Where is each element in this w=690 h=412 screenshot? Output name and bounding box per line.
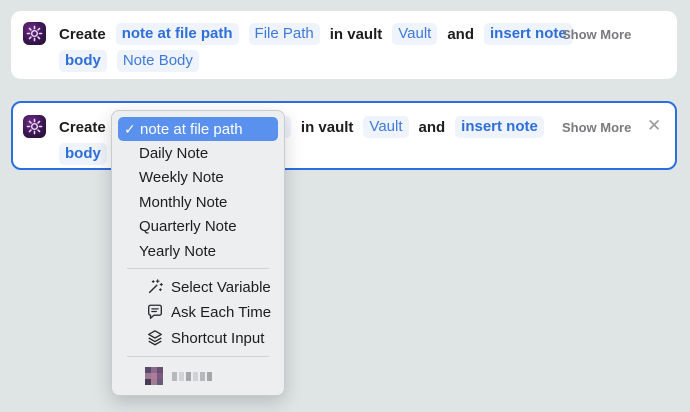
magic-wand-icon — [145, 277, 165, 297]
shortcut-layers-icon — [145, 328, 165, 348]
action-summary-line-1: Create note at file path File Path in va… — [59, 23, 583, 45]
gear-icon — [26, 118, 43, 135]
menu-item-note-at-file-path[interactable]: ✓ note at file path — [118, 117, 278, 141]
file-path-parameter[interactable]: File Path — [248, 23, 320, 45]
note-type-parameter[interactable]: note at file path — [115, 23, 239, 45]
checkmark-icon: ✓ — [124, 120, 136, 137]
and-label: and — [447, 25, 475, 43]
menu-item-label: Yearly Note — [139, 242, 216, 260]
action-summary-line-2: body — [59, 143, 117, 165]
verb-label: Create — [59, 25, 106, 43]
menu-item-weekly-note[interactable]: Weekly Note — [118, 165, 278, 189]
speech-bubble-icon — [145, 302, 165, 322]
menu-item-label: note at file path — [140, 120, 243, 138]
menu-item-monthly-note[interactable]: Monthly Note — [118, 190, 278, 214]
gear-icon — [26, 25, 43, 42]
obsidian-app-icon — [23, 115, 46, 138]
menu-item-label: Select Variable — [171, 278, 271, 296]
menu-divider — [127, 268, 269, 269]
menu-item-label: Shortcut Input — [171, 329, 265, 347]
in-vault-label: in vault — [329, 25, 383, 43]
menu-item-yearly-note[interactable]: Yearly Note — [118, 239, 278, 263]
menu-item-label: Quarterly Note — [139, 217, 237, 235]
menu-item-user-account[interactable] — [118, 364, 278, 388]
menu-item-daily-note[interactable]: Daily Note — [118, 141, 278, 165]
menu-item-quarterly-note[interactable]: Quarterly Note — [118, 214, 278, 238]
body-parameter[interactable]: body — [59, 50, 107, 72]
in-vault-label: in vault — [300, 118, 354, 136]
menu-item-label: Ask Each Time — [171, 303, 272, 321]
pixelated-account-name — [172, 371, 212, 381]
note-type-dropdown-menu: ✓ note at file path Daily Note Weekly No… — [111, 110, 285, 396]
note-body-parameter[interactable]: Note Body — [116, 50, 199, 72]
body-parameter[interactable]: body — [59, 143, 107, 165]
menu-item-label: Weekly Note — [139, 168, 224, 186]
menu-item-label: Daily Note — [139, 144, 209, 162]
menu-item-ask-each-time[interactable]: Ask Each Time — [118, 300, 278, 324]
and-label: and — [418, 118, 446, 136]
pixelated-avatar-icon — [145, 367, 163, 385]
menu-item-shortcut-input[interactable]: Shortcut Input — [118, 326, 278, 350]
insert-mode-parameter[interactable]: insert note — [484, 23, 573, 45]
action-card-create-note[interactable]: Create note at file path File Path in va… — [11, 11, 677, 79]
close-icon[interactable]: ✕ — [647, 117, 661, 134]
vault-parameter[interactable]: Vault — [363, 116, 409, 138]
action-summary-line-2: body Note Body — [59, 50, 209, 72]
insert-mode-parameter[interactable]: insert note — [455, 116, 544, 138]
verb-label: Create — [59, 118, 106, 136]
vault-parameter[interactable]: Vault — [392, 23, 438, 45]
show-more-button[interactable]: Show More — [562, 27, 631, 42]
show-more-button[interactable]: Show More — [562, 120, 631, 135]
menu-divider — [127, 356, 269, 357]
menu-item-select-variable[interactable]: Select Variable — [118, 275, 278, 299]
menu-item-label: Monthly Note — [139, 193, 228, 211]
obsidian-app-icon — [23, 22, 46, 45]
